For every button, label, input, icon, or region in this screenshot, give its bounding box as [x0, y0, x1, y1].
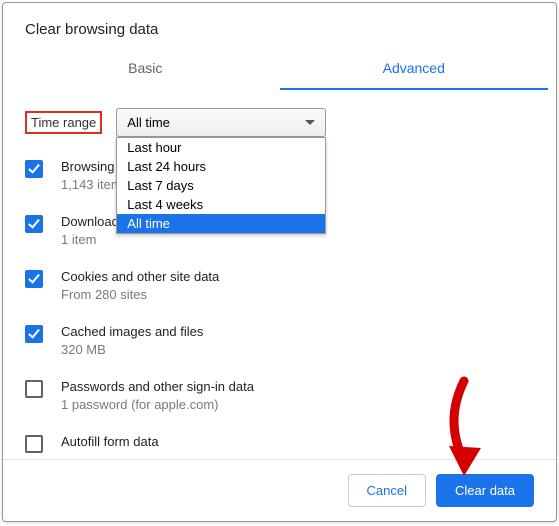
tab-basic[interactable]: Basic — [11, 48, 280, 90]
time-range-select[interactable]: All time Last hour Last 24 hours Last 7 … — [116, 108, 326, 137]
option-cookies: Cookies and other site data From 280 sit… — [25, 269, 548, 302]
option-last-24-hours[interactable]: Last 24 hours — [117, 157, 325, 176]
option-text: Cookies and other site data From 280 sit… — [61, 269, 219, 302]
cancel-button[interactable]: Cancel — [348, 474, 426, 507]
checkbox-autofill[interactable] — [25, 435, 43, 453]
checkbox-cookies[interactable] — [25, 270, 43, 288]
option-label: Cookies and other site data — [61, 269, 219, 284]
dialog-footer: Cancel Clear data — [3, 459, 556, 521]
option-sub: From 280 sites — [61, 287, 219, 302]
checkbox-passwords[interactable] — [25, 380, 43, 398]
option-passwords: Passwords and other sign-in data 1 passw… — [25, 379, 548, 412]
option-last-hour[interactable]: Last hour — [117, 138, 325, 157]
option-label: Passwords and other sign-in data — [61, 379, 254, 394]
option-label: Autofill form data — [61, 434, 159, 449]
dialog-title: Clear browsing data — [25, 21, 534, 38]
select-value: All time — [127, 115, 170, 130]
chevron-down-icon — [305, 120, 315, 125]
option-all-time[interactable]: All time — [117, 214, 325, 233]
option-last-7-days[interactable]: Last 7 days — [117, 176, 325, 195]
clear-data-button[interactable]: Clear data — [436, 474, 534, 507]
option-sub: 320 MB — [61, 342, 203, 357]
option-label: Cached images and files — [61, 324, 203, 339]
time-range-row: Time range All time Last hour Last 24 ho… — [25, 108, 548, 137]
option-text: Cached images and files 320 MB — [61, 324, 203, 357]
option-last-4-weeks[interactable]: Last 4 weeks — [117, 195, 325, 214]
option-cached: Cached images and files 320 MB — [25, 324, 548, 357]
clear-browsing-data-dialog: Clear browsing data Basic Advanced Time … — [2, 2, 557, 522]
time-range-label: Time range — [25, 111, 102, 134]
checkbox-browsing-history[interactable] — [25, 160, 43, 178]
option-sub: 1 item — [61, 232, 161, 247]
option-autofill: Autofill form data — [25, 434, 548, 453]
select-display[interactable]: All time — [116, 108, 326, 137]
time-range-dropdown: Last hour Last 24 hours Last 7 days Last… — [116, 137, 326, 234]
tab-advanced[interactable]: Advanced — [280, 48, 549, 90]
options-scroll[interactable]: Time range All time Last hour Last 24 ho… — [3, 90, 556, 459]
checkbox-download-history[interactable] — [25, 215, 43, 233]
checkbox-cached[interactable] — [25, 325, 43, 343]
option-sub: 1 password (for apple.com) — [61, 397, 254, 412]
tabs: Basic Advanced — [3, 48, 556, 90]
option-text: Passwords and other sign-in data 1 passw… — [61, 379, 254, 412]
option-text: Autofill form data — [61, 434, 159, 449]
dialog-header: Clear browsing data — [3, 3, 556, 48]
